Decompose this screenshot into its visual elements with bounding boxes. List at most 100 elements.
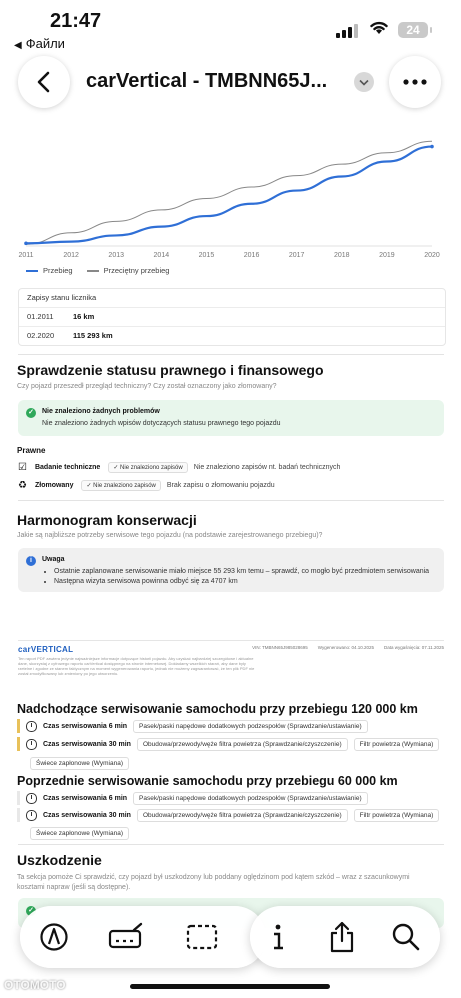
- upcoming-title: Nadchodzące serwisowanie samochodu przy …: [17, 702, 418, 716]
- service-tag: Filtr powietrza (Wymiana): [353, 808, 440, 822]
- x-tick-label: 2018: [334, 252, 350, 259]
- table-row: 02.2020 115 293 km: [19, 327, 445, 345]
- service-tag: Obudowa/przewody/węże filtra powietrza (…: [136, 737, 348, 751]
- clock-icon: [26, 720, 37, 732]
- odometer-date: 01.2011: [27, 312, 54, 321]
- legend-label: Przebieg: [43, 266, 73, 275]
- markup-button[interactable]: [36, 919, 72, 955]
- x-tick-label: 2012: [63, 252, 79, 259]
- maintenance-note-box: i Uwaga Ostatnie zaplanowane serwisowani…: [18, 548, 444, 592]
- chevron-left-icon: [37, 71, 50, 93]
- pdf-page-1: 2011 2012 2013 2014 2015 2016 2017 2018 2019 2020…: [6, 116, 455, 680]
- indicator-bar: [17, 791, 20, 805]
- service-tag: Obudowa/przewody/węże filtra powietrza (…: [136, 808, 348, 822]
- legend-label: Przeciętny przebieg: [103, 266, 170, 275]
- service-tag: Świece zapłonowe (Wymiana): [30, 757, 130, 770]
- x-tick-label: 2015: [199, 252, 215, 259]
- select-area-button[interactable]: [184, 919, 220, 955]
- footer-note: Ten raport PDF zawiera jedynie najważnie…: [18, 656, 255, 676]
- list-item: Ostatnie zaplanowane serwisowanie miało …: [54, 567, 444, 577]
- odometer-table: Zapisy stanu licznika 01.2011 16 km 02.20…: [18, 288, 446, 346]
- signature-icon: [108, 922, 143, 949]
- service-time-label: Czas serwisowania 30 min: [43, 740, 131, 748]
- status-chip: ✓ Nie znaleziono zapisów: [108, 461, 188, 473]
- maintenance-subtitle: Jakie są najbliższe potrzeby serwisowe t…: [17, 532, 323, 539]
- series-line-average: [25, 140, 433, 245]
- wifi-icon: [370, 21, 388, 34]
- legal-subtitle: Czy pojazd przeszedł przegląd techniczny…: [17, 383, 277, 390]
- back-app-label: Файли: [25, 36, 65, 51]
- viewer-header: carVertical - TMBNN65J...: [0, 54, 461, 110]
- mileage-chart: 2011 2012 2013 2014 2015 2016 2017 2018 2019 2020: [18, 140, 440, 259]
- more-dots-icon: [403, 79, 427, 85]
- divider: [18, 500, 444, 501]
- info-button[interactable]: [260, 919, 296, 955]
- status-bar: 21:47 ◀ Файли 24: [0, 0, 461, 56]
- back-button[interactable]: [18, 56, 70, 108]
- legal-item-desc: Brak zapisu o złomowaniu pojazdu: [166, 481, 275, 489]
- recycle-icon: ♻: [18, 479, 27, 491]
- check-icon: ✓: [26, 408, 36, 418]
- legend-item: Przebieg: [26, 266, 73, 275]
- search-button[interactable]: [388, 919, 424, 955]
- service-row: Czas serwisowania 30 min Obudowa/przewod…: [17, 808, 445, 822]
- data-point: [24, 241, 28, 246]
- info-icon: i: [26, 556, 36, 566]
- home-indicator[interactable]: [130, 984, 330, 989]
- odometer-value: 16 km: [73, 312, 95, 321]
- battery-icon: 24: [398, 22, 432, 38]
- service-tag: Pasek/paski napędowe dodatkowych podzesp…: [133, 719, 368, 733]
- legal-section-label: Prawne: [17, 446, 46, 455]
- legal-item-desc: Nie znaleziono zapisów nt. badań technic…: [193, 463, 341, 471]
- indicator-bar: [17, 737, 20, 751]
- watermark: OTOMOTO: [4, 978, 66, 992]
- x-tick-label: 2016: [244, 252, 260, 259]
- service-tag: Filtr powietrza (Wymiana): [353, 737, 440, 751]
- ok-text: Nie znaleziono żadnych wpisów dotyczącyc…: [42, 420, 281, 427]
- back-triangle-icon: ◀: [14, 40, 22, 51]
- clock-icon: [26, 792, 37, 804]
- clock: 21:47: [50, 10, 102, 32]
- series-line-mileage: [25, 145, 433, 245]
- inspection-icon: ☑: [18, 461, 27, 473]
- share-button[interactable]: [324, 919, 360, 955]
- legal-ok-box: ✓ Nie znaleziono żadnych problemów Nie z…: [18, 400, 444, 436]
- legal-item: ♻ Złomowany ✓ Nie znaleziono zapisów Bra…: [18, 478, 275, 492]
- markup-pen-icon: [40, 923, 68, 951]
- title-menu-chevron-icon[interactable]: [354, 72, 374, 92]
- footer-vin: VIN: TMBNN65J985028695: [252, 645, 308, 650]
- cellular-signal-icon: [336, 22, 360, 38]
- data-point: [430, 144, 434, 149]
- note-list: Ostatnie zaplanowane serwisowanie miało …: [42, 567, 444, 587]
- service-row: Czas serwisowania 6 min Pasek/paski napę…: [17, 719, 374, 733]
- back-to-app-link[interactable]: ◀ Файли: [14, 36, 65, 51]
- document-title: carVertical - TMBNN65J...: [86, 70, 328, 92]
- legend-swatch: [26, 270, 38, 273]
- footer-meta: VIN: TMBNN65J985028695 Wygenerowano: 04.…: [252, 645, 444, 650]
- legal-title: Sprawdzenie statusu prawnego i finansowe…: [17, 362, 324, 378]
- more-button[interactable]: [389, 56, 441, 108]
- status-chip: ✓ Nie znaleziono zapisów: [81, 479, 161, 491]
- legend-swatch: [86, 270, 99, 273]
- service-time-label: Czas serwisowania 6 min: [43, 794, 128, 802]
- service-tag: Pasek/paski napędowe dodatkowych podzesp…: [133, 791, 368, 805]
- ok-title: Nie znaleziono żadnych problemów: [42, 408, 160, 415]
- clock-icon: [26, 738, 37, 750]
- sign-button[interactable]: [108, 919, 144, 955]
- x-tick-label: 2011: [18, 252, 33, 259]
- divider: [18, 844, 444, 845]
- damage-title: Uszkodzenie: [17, 852, 102, 868]
- indicator-bar: [17, 808, 20, 822]
- odometer-date: 02.2020: [27, 331, 55, 340]
- markup-toolbar: [0, 906, 461, 970]
- odometer-value: 115 293 km: [73, 331, 113, 340]
- maintenance-title: Harmonogram konserwacji: [17, 512, 197, 528]
- x-tick-label: 2017: [289, 252, 305, 259]
- legal-item-label: Badanie techniczne: [34, 463, 101, 471]
- service-time-label: Czas serwisowania 30 min: [43, 811, 131, 819]
- footer-expiry: Data wygaśnięcia: 07.11.2025: [384, 645, 444, 650]
- chart-legend: Przebieg Przeciętny przebieg: [26, 266, 169, 275]
- legal-item-label: Złomowany: [34, 481, 74, 489]
- x-tick-label: 2014: [154, 252, 170, 259]
- damage-subtitle: Ta sekcja pomoże Ci sprawdzić, czy pojaz…: [17, 874, 410, 891]
